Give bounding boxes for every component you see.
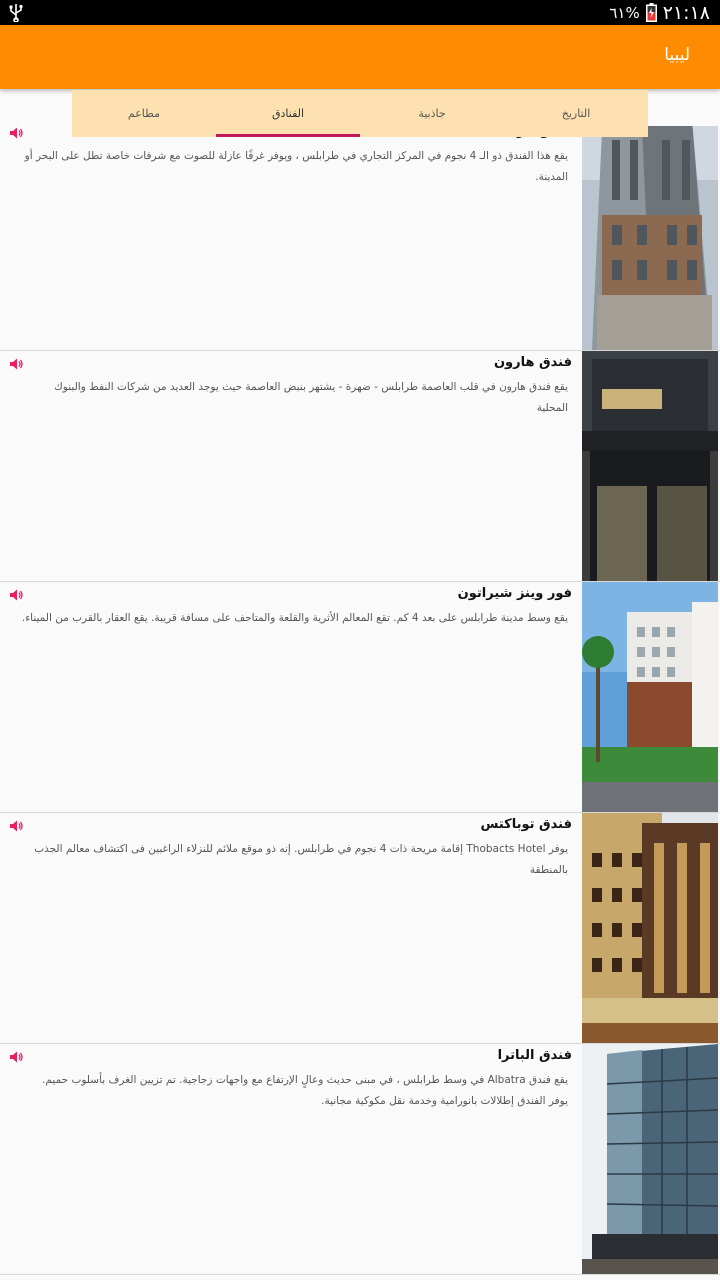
tab-label: جاذبية: [418, 107, 446, 120]
tab-label: مطاعم: [127, 107, 161, 120]
list-item-hotel[interactable]: فندق توباكتس يوفر Thobacts Hotel إقامة م…: [0, 813, 720, 1044]
battery-percent: ٦١%: [609, 3, 640, 22]
list-item-hotel[interactable]: فندق الباترا يقع فندق Albatra في وسط طرا…: [0, 1044, 720, 1275]
hotel-list[interactable]: فندق الريان يقع هذا الفندق ذو الـ 4 نجوم…: [0, 126, 720, 1280]
hotel-description: يقع هذا الفندق ذو الـ 4 نجوم في المركز ا…: [24, 150, 568, 183]
hotel-name: فندق الباترا: [497, 1048, 572, 1063]
hotel-description: يقع فندق Albatra في وسط طرابلس ، في مبنى…: [42, 1074, 568, 1107]
hotel-photo: [582, 1044, 718, 1274]
hotel-photo: [582, 126, 718, 350]
speaker-icon[interactable]: [10, 820, 24, 832]
tab-history[interactable]: التاريخ: [504, 90, 648, 137]
hotel-description: يوفر Thobacts Hotel إقامة مريحة ذات 4 نج…: [34, 843, 568, 876]
tab-bar: التاريخ جاذبية الفنادق مطاعم: [72, 90, 648, 137]
tab-label: التاريخ: [561, 107, 591, 120]
speaker-icon[interactable]: [10, 127, 24, 139]
battery-icon: [645, 3, 657, 22]
tab-attractions[interactable]: جاذبية: [360, 90, 504, 137]
tab-hotels[interactable]: الفنادق: [216, 90, 360, 137]
status-right: ٦١% ٢١:١٨: [609, 1, 710, 24]
hotel-description: يقع فندق هارون في قلب العاصمة طرابلس - ض…: [54, 381, 568, 414]
hotel-description: يقع وسط مدينة طرابلس على بعد 4 كم. تقع ا…: [21, 612, 568, 624]
usb-icon: [9, 4, 23, 22]
app-bar: ليبيا: [0, 25, 720, 89]
app-screen: ٦١% ٢١:١٨ ليبيا التاريخ جاذبية الفنادق م…: [0, 0, 720, 1280]
clock: ٢١:١٨: [662, 1, 710, 24]
tab-label: الفنادق: [271, 107, 305, 120]
list-item-hotel[interactable]: فندق هارون يقع فندق هارون في قلب العاصمة…: [0, 351, 720, 582]
speaker-icon[interactable]: [10, 358, 24, 370]
hotel-photo: [582, 813, 718, 1043]
speaker-icon[interactable]: [10, 589, 24, 601]
app-title: ليبيا: [664, 45, 690, 65]
list-item-hotel[interactable]: فور وينز شيراتون يقع وسط مدينة طرابلس عل…: [0, 582, 720, 813]
hotel-name: فندق توباكتس: [480, 817, 572, 832]
list-item-hotel[interactable]: فندق الريان يقع هذا الفندق ذو الـ 4 نجوم…: [0, 126, 720, 351]
tab-restaurants[interactable]: مطاعم: [72, 90, 216, 137]
speaker-icon[interactable]: [10, 1051, 24, 1063]
status-bar: ٦١% ٢١:١٨: [0, 0, 720, 25]
hotel-name: فندق هارون: [493, 355, 572, 370]
hotel-photo: [582, 351, 718, 581]
hotel-name: فور وينز شيراتون: [457, 586, 572, 601]
hotel-photo: [582, 582, 718, 812]
